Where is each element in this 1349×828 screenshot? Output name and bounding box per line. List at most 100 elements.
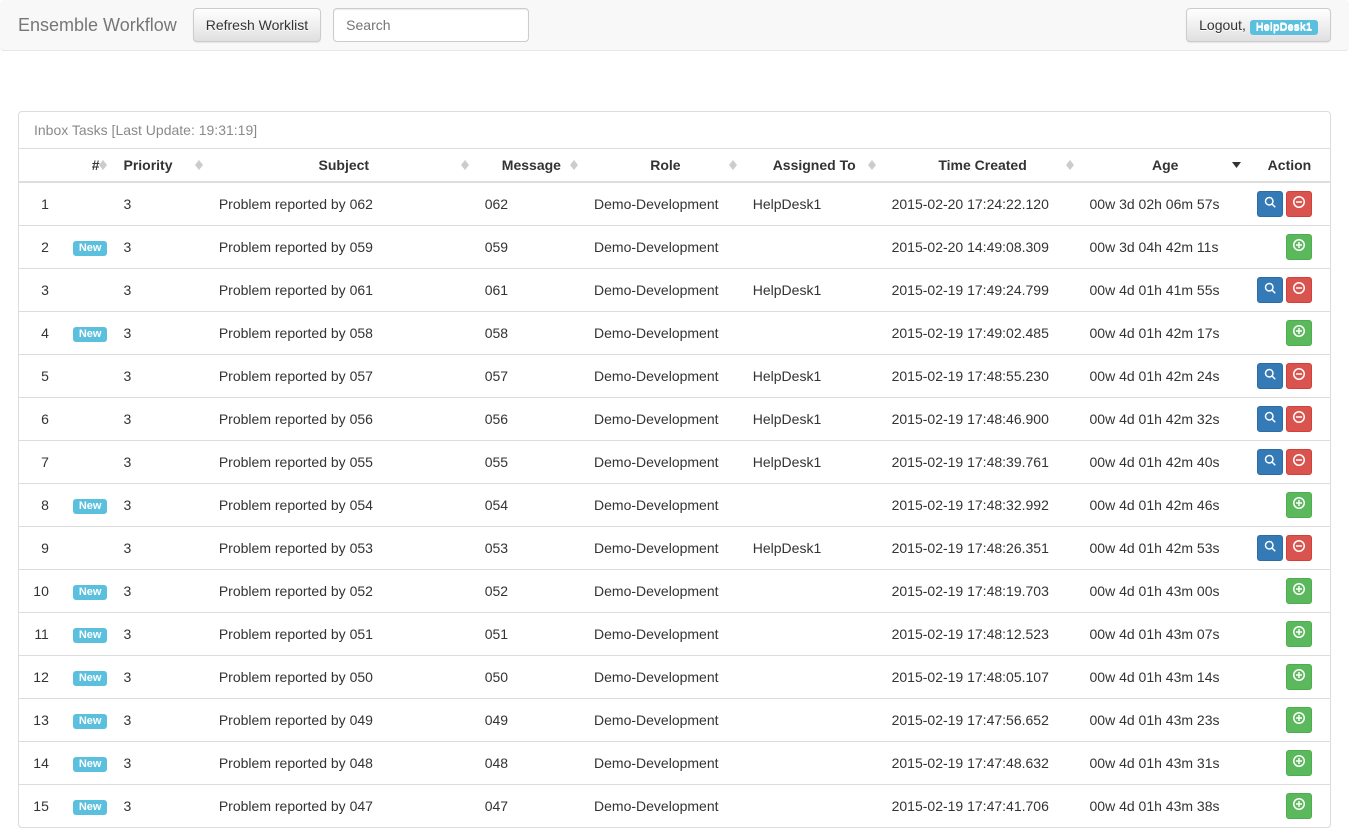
search-input[interactable]: [333, 8, 529, 42]
cell-role: Demo-Development: [586, 527, 745, 570]
sort-icon: [461, 160, 469, 170]
cell-action: [1249, 226, 1330, 269]
cell-new: New: [65, 226, 116, 269]
cell-message: 047: [477, 785, 586, 828]
view-button[interactable]: [1257, 277, 1283, 303]
cell-new: [65, 398, 116, 441]
add-button[interactable]: [1286, 793, 1312, 819]
cell-time: 2015-02-19 17:48:19.703: [884, 570, 1082, 613]
col-age[interactable]: Age: [1082, 149, 1249, 183]
add-button[interactable]: [1286, 320, 1312, 346]
remove-button[interactable]: [1286, 277, 1312, 303]
col-subject[interactable]: Subject: [211, 149, 477, 183]
remove-button[interactable]: [1286, 191, 1312, 217]
cell-priority: 3: [115, 699, 210, 742]
cell-role: Demo-Development: [586, 484, 745, 527]
cell-time: 2015-02-20 14:49:08.309: [884, 226, 1082, 269]
add-button[interactable]: [1286, 578, 1312, 604]
cell-action: [1249, 785, 1330, 828]
add-button[interactable]: [1286, 621, 1312, 647]
cell-new: [65, 355, 116, 398]
cell-role: Demo-Development: [586, 613, 745, 656]
action-group: [1286, 621, 1312, 647]
col-priority[interactable]: Priority: [115, 149, 210, 183]
cell-message: 052: [477, 570, 586, 613]
add-button[interactable]: [1286, 750, 1312, 776]
view-button[interactable]: [1257, 449, 1283, 475]
cell-action: [1249, 742, 1330, 785]
cell-message: 061: [477, 269, 586, 312]
inbox-panel: Inbox Tasks [Last Update: 19:31:19] # Pr…: [18, 111, 1331, 828]
cell-age: 00w 4d 01h 41m 55s: [1082, 269, 1249, 312]
remove-button[interactable]: [1286, 449, 1312, 475]
minus-circle-icon: [1293, 455, 1305, 469]
col-num[interactable]: #: [19, 149, 115, 183]
cell-num: 6: [19, 398, 65, 441]
cell-priority: 3: [115, 441, 210, 484]
cell-action: [1249, 355, 1330, 398]
table-row: 15New3Problem reported by 047047Demo-Dev…: [19, 785, 1330, 828]
cell-subject: Problem reported by 059: [211, 226, 477, 269]
sort-icon: [195, 160, 203, 170]
cell-new: New: [65, 570, 116, 613]
cell-time: 2015-02-19 17:48:46.900: [884, 398, 1082, 441]
cell-time: 2015-02-19 17:48:26.351: [884, 527, 1082, 570]
cell-message: 053: [477, 527, 586, 570]
refresh-worklist-button[interactable]: Refresh Worklist: [193, 8, 321, 42]
task-table: # Priority Subject: [19, 148, 1330, 827]
add-button[interactable]: [1286, 664, 1312, 690]
col-time[interactable]: Time Created: [884, 149, 1082, 183]
view-button[interactable]: [1257, 363, 1283, 389]
view-button[interactable]: [1257, 191, 1283, 217]
cell-priority: 3: [115, 355, 210, 398]
cell-priority: 3: [115, 742, 210, 785]
cell-subject: Problem reported by 048: [211, 742, 477, 785]
cell-priority: 3: [115, 182, 210, 226]
search-icon: [1264, 455, 1276, 469]
col-role[interactable]: Role: [586, 149, 745, 183]
cell-action: [1249, 527, 1330, 570]
new-badge: New: [73, 800, 108, 815]
cell-num: 11: [19, 613, 65, 656]
cell-assigned: HelpDesk1: [745, 441, 884, 484]
view-button[interactable]: [1257, 406, 1283, 432]
col-role-label: Role: [650, 157, 680, 173]
cell-subject: Problem reported by 055: [211, 441, 477, 484]
col-assigned-label: Assigned To: [773, 157, 856, 173]
new-badge: New: [73, 628, 108, 643]
cell-age: 00w 4d 01h 42m 46s: [1082, 484, 1249, 527]
new-badge: New: [73, 757, 108, 772]
cell-time: 2015-02-19 17:48:55.230: [884, 355, 1082, 398]
remove-button[interactable]: [1286, 406, 1312, 432]
cell-assigned: [745, 312, 884, 355]
panel-heading: Inbox Tasks [Last Update: 19:31:19]: [19, 112, 1330, 148]
cell-age: 00w 3d 02h 06m 57s: [1082, 182, 1249, 226]
cell-num: 10: [19, 570, 65, 613]
view-button[interactable]: [1257, 535, 1283, 561]
cell-assigned: HelpDesk1: [745, 355, 884, 398]
cell-age: 00w 4d 01h 43m 14s: [1082, 656, 1249, 699]
logout-button[interactable]: Logout, HelpDesk1: [1186, 8, 1331, 42]
cell-subject: Problem reported by 057: [211, 355, 477, 398]
remove-button[interactable]: [1286, 535, 1312, 561]
col-assigned[interactable]: Assigned To: [745, 149, 884, 183]
new-badge: New: [73, 327, 108, 342]
search-icon: [1264, 283, 1276, 297]
table-row: 12New3Problem reported by 050050Demo-Dev…: [19, 656, 1330, 699]
plus-circle-icon: [1293, 584, 1305, 598]
remove-button[interactable]: [1286, 363, 1312, 389]
add-button[interactable]: [1286, 707, 1312, 733]
col-time-label: Time Created: [938, 157, 1026, 173]
action-group: [1257, 535, 1312, 561]
col-message[interactable]: Message: [477, 149, 586, 183]
cell-message: 051: [477, 613, 586, 656]
col-message-label: Message: [502, 157, 561, 173]
add-button[interactable]: [1286, 492, 1312, 518]
minus-circle-icon: [1293, 412, 1305, 426]
plus-circle-icon: [1293, 627, 1305, 641]
cell-new: [65, 182, 116, 226]
add-button[interactable]: [1286, 234, 1312, 260]
action-group: [1286, 234, 1312, 260]
cell-action: [1249, 656, 1330, 699]
cell-age: 00w 4d 01h 42m 32s: [1082, 398, 1249, 441]
